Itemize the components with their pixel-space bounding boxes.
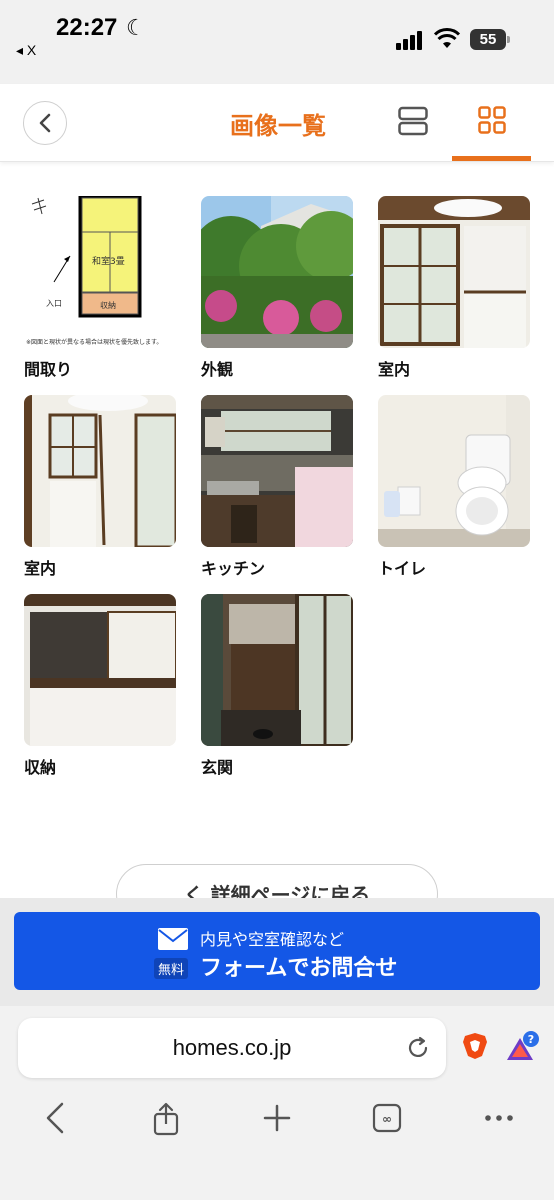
wifi-icon: [434, 28, 460, 48]
floorplan-thumbnail[interactable]: 和室3畳 収納 入口 ※図面と現状が異なる場合は現状を優先致します。: [24, 196, 176, 348]
rewards-icon[interactable]: ?: [506, 1030, 540, 1064]
contact-form-button[interactable]: 無料 内見や空室確認など フォームでお問合せ: [14, 912, 540, 990]
interior-thumbnail[interactable]: [378, 196, 530, 348]
address-bar[interactable]: homes.co.jp: [18, 1018, 446, 1078]
back-arrow-icon[interactable]: [44, 1102, 66, 1134]
tabs-icon[interactable]: ∞: [372, 1102, 402, 1134]
back-to-app-link[interactable]: ◂ X: [16, 42, 36, 59]
kitchen-thumbnail[interactable]: [201, 395, 353, 547]
photo-item-toilet[interactable]: トイレ: [378, 395, 530, 579]
reload-icon[interactable]: [406, 1036, 430, 1060]
photo-label: 室内: [378, 360, 411, 379]
floorplan-room-label: 和室3畳: [92, 257, 125, 267]
exterior-thumbnail[interactable]: [201, 196, 353, 348]
grid-view-icon[interactable]: [478, 106, 506, 134]
svg-text:?: ?: [528, 1033, 534, 1046]
photo-item-interior-1[interactable]: 室内: [378, 196, 530, 380]
photo-label: 玄関: [201, 758, 234, 777]
entrance-thumbnail[interactable]: [201, 594, 353, 746]
chevron-left-icon: [39, 113, 51, 133]
contact-bar: 無料 内見や空室確認など フォームでお問合せ: [0, 898, 554, 1006]
more-menu-icon[interactable]: [484, 1102, 514, 1134]
photo-item-storage[interactable]: 収納: [24, 594, 176, 778]
free-badge: 無料: [154, 958, 189, 979]
browser-bar: homes.co.jp ? ∞: [0, 1006, 554, 1200]
photo-item-interior-2[interactable]: 室内: [24, 395, 176, 579]
battery-indicator: 55: [470, 29, 510, 50]
page-header: 画像一覧: [0, 84, 554, 162]
page-title: 画像一覧: [230, 112, 326, 140]
photo-item-floorplan[interactable]: 和室3畳 収納 入口 ※図面と現状が異なる場合は現状を優先致します。 間取り: [24, 196, 176, 380]
url-text: homes.co.jp: [172, 1035, 292, 1060]
storage-thumbnail[interactable]: [24, 594, 176, 746]
floorplan-note: ※図面と現状が異なる場合は現状を優先致します。: [26, 339, 163, 346]
photo-label: 間取り: [24, 360, 73, 379]
contact-title: フォームでお問合せ: [200, 956, 398, 981]
mail-icon: [158, 928, 188, 950]
floorplan-storage-label: 収納: [100, 301, 116, 310]
photo-label: 収納: [24, 758, 57, 777]
toilet-thumbnail[interactable]: [378, 395, 530, 547]
photo-item-exterior[interactable]: 外観: [201, 196, 353, 380]
moon-icon: ☾: [126, 16, 146, 41]
active-tab-indicator: [452, 156, 531, 161]
status-time: 22:27: [56, 14, 118, 41]
brave-shield-icon[interactable]: [462, 1032, 488, 1060]
photo-label: トイレ: [378, 559, 427, 578]
photo-item-kitchen[interactable]: キッチン: [201, 395, 353, 579]
list-view-icon[interactable]: [398, 106, 428, 136]
floorplan-entrance-label: 入口: [46, 299, 62, 308]
back-button[interactable]: [23, 101, 67, 145]
photo-label: 室内: [24, 559, 57, 578]
interior-thumbnail[interactable]: [24, 395, 176, 547]
photo-label: キッチン: [201, 559, 266, 578]
share-icon[interactable]: [152, 1102, 180, 1136]
svg-text:∞: ∞: [382, 1112, 392, 1126]
contact-subtitle: 内見や空室確認など: [200, 930, 345, 949]
photo-item-entrance[interactable]: 玄関: [201, 594, 353, 778]
browser-toolbar: ∞: [0, 1102, 554, 1142]
photo-label: 外観: [201, 360, 234, 379]
new-tab-icon[interactable]: [263, 1102, 291, 1134]
status-bar: 22:27 ☾ ◂ X 55: [0, 0, 554, 84]
signal-icon: [396, 31, 422, 50]
